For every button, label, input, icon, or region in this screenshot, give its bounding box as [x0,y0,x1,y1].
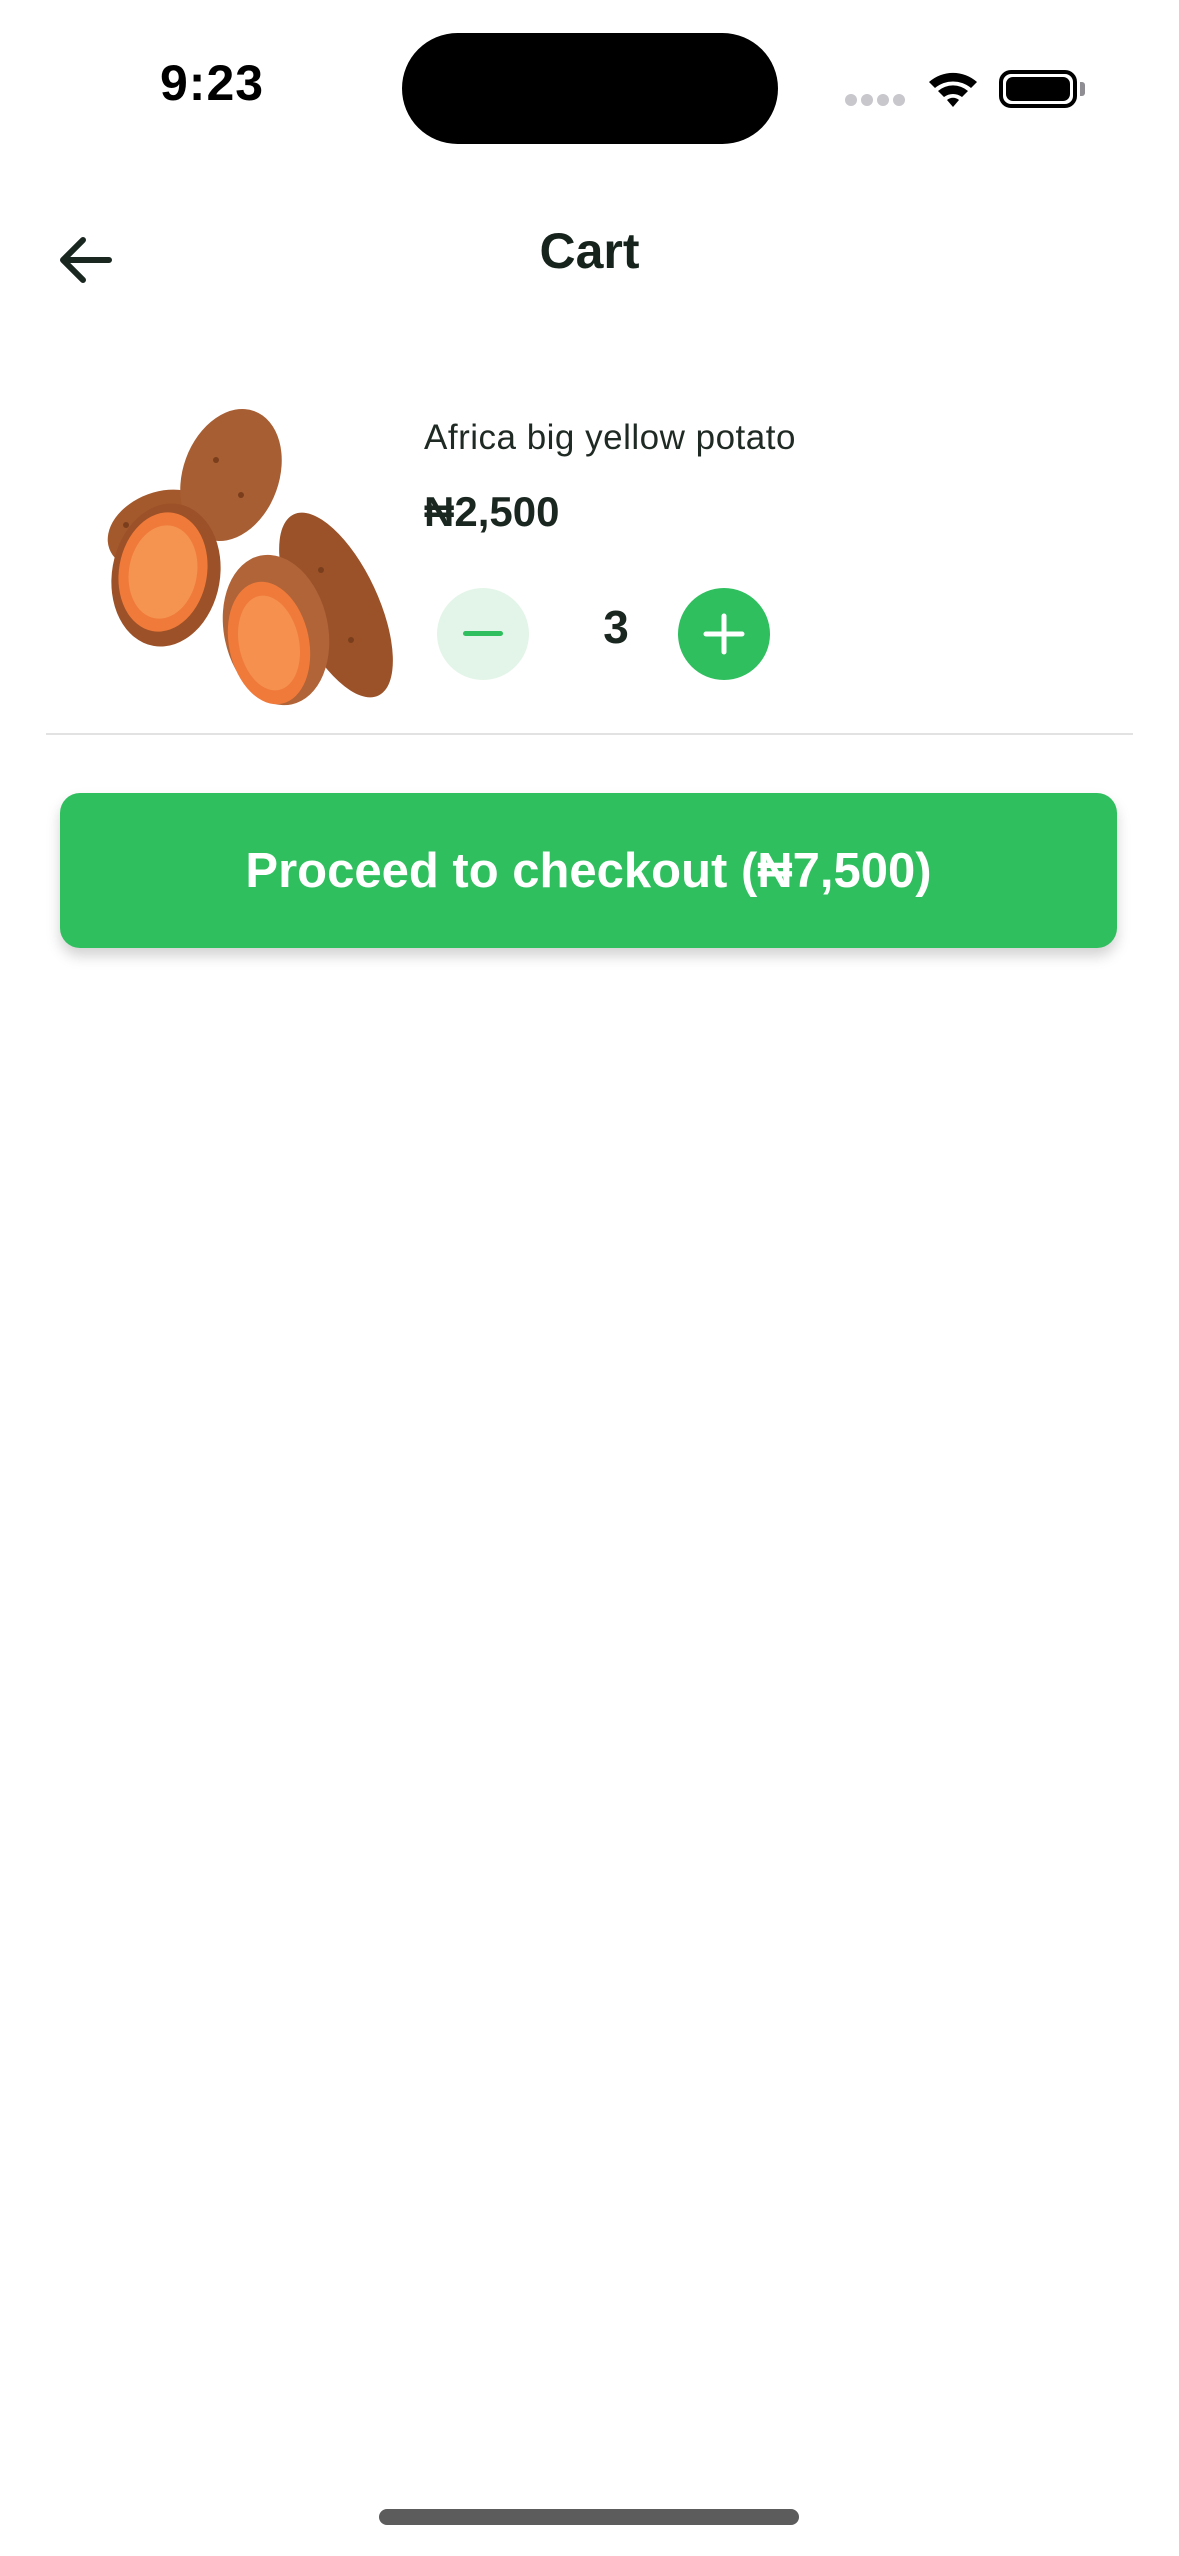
product-name: Africa big yellow potato [424,418,796,457]
battery-icon [999,70,1077,108]
cart-screen: 9:23 Cart Africa big yellow potato ₦2,50… [0,0,1179,2556]
page-title: Cart [539,223,640,279]
minus-icon [463,631,503,636]
home-indicator[interactable] [379,2509,799,2525]
status-icons [845,66,1085,110]
divider [46,733,1133,735]
product-image-sweet-potato [107,409,393,706]
quantity-value: 3 [603,601,629,653]
wifi-icon [929,72,977,107]
quantity-increase-button[interactable] [678,588,770,680]
quantity-decrease-button[interactable] [437,588,529,680]
battery-cap [1080,82,1085,96]
status-time: 9:23 [160,55,265,111]
plus-icon [703,613,745,655]
cart-item: Africa big yellow potato ₦2,500 3 [46,400,1133,730]
product-price: ₦2,500 [424,488,560,535]
signal-icon [845,94,907,106]
proceed-to-checkout-button[interactable]: Proceed to checkout (₦7,500) [60,793,1117,948]
dynamic-island [402,33,778,144]
